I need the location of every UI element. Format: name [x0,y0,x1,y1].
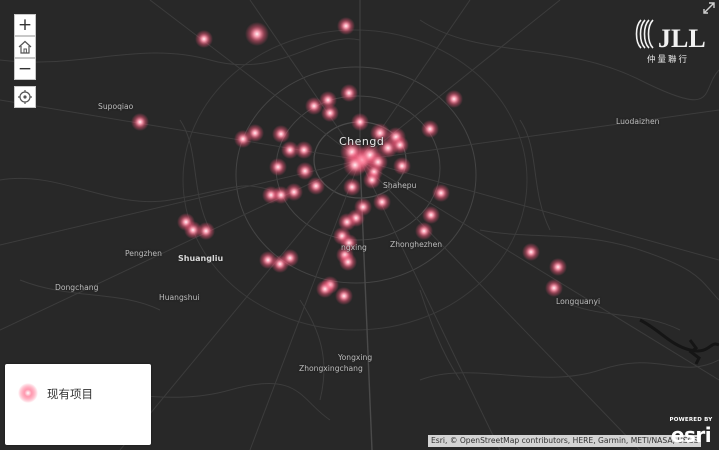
project-point[interactable] [343,178,361,196]
locate-button[interactable] [14,86,36,108]
legend-label: 现有项目 [47,387,93,401]
place-label-shahepu: Shahepu [383,181,417,190]
project-point[interactable] [246,124,264,142]
expand-icon[interactable] [702,1,716,15]
project-point[interactable] [522,243,540,261]
project-point[interactable] [373,193,391,211]
place-label-pengzhen: Pengzhen [125,249,162,258]
map-attribution: Esri, © OpenStreetMap contributors, HERE… [428,435,702,447]
project-point[interactable] [337,17,355,35]
project-point[interactable] [351,113,369,131]
place-label-zhongxingchang: Zhongxingchang [299,364,363,373]
project-point[interactable] [432,184,450,202]
project-point[interactable] [343,153,367,177]
project-point[interactable] [545,279,563,297]
project-point[interactable] [339,253,357,271]
project-point[interactable] [316,280,334,298]
project-point[interactable] [285,183,303,201]
svg-text:JLL: JLL [658,24,705,53]
place-label-huangshui: Huangshui [159,293,200,302]
esri-wordmark: esri [670,423,712,447]
zoom-in-button[interactable]: + [14,14,36,36]
project-point[interactable] [131,113,149,131]
project-point[interactable] [295,141,313,159]
project-point[interactable] [197,222,215,240]
project-point[interactable] [281,249,299,267]
project-point[interactable] [245,22,269,46]
place-label-yongxing: Yongxing [338,353,373,362]
project-point[interactable] [422,206,440,224]
project-point[interactable] [340,84,358,102]
home-icon [18,40,32,54]
project-point[interactable] [321,104,339,122]
map-view[interactable]: Supoqiao Chengd Luodaizhen Shahepu Zhonghezh… [0,0,719,450]
project-point[interactable] [549,258,567,276]
place-label-zhonghezhen: Zhonghezhen [390,240,443,249]
project-point[interactable] [296,162,314,180]
project-point[interactable] [269,158,287,176]
project-point[interactable] [391,136,409,154]
project-point[interactable] [393,157,411,175]
project-point[interactable] [421,120,439,138]
place-label-shuangliu: Shuangliu [178,254,224,263]
project-point[interactable] [195,30,213,48]
place-label-chengdu: Chengd [339,135,385,148]
legend-panel: 现有项目 [5,364,151,445]
place-label-huayang: ngxing [341,243,367,252]
project-point[interactable] [445,90,463,108]
esri-logo: POWERED BY esri [667,417,715,447]
zoom-out-button[interactable]: − [14,58,36,80]
place-label-longquanyi: Longquanyi [556,297,601,306]
place-label-dongchang: Dongchang [55,283,99,292]
home-button[interactable] [14,36,36,58]
locate-icon [18,90,32,104]
project-point[interactable] [272,125,290,143]
place-label-suppqiao: Supoqiao [98,102,134,111]
project-point[interactable] [335,287,353,305]
place-label-luodaizhen: Luodaizhen [616,117,660,126]
project-point[interactable] [415,222,433,240]
project-point-symbol-icon [18,383,38,403]
project-point[interactable] [363,171,381,189]
logo-subtitle: 仲量聯行 [646,55,689,65]
project-point[interactable] [307,177,325,195]
